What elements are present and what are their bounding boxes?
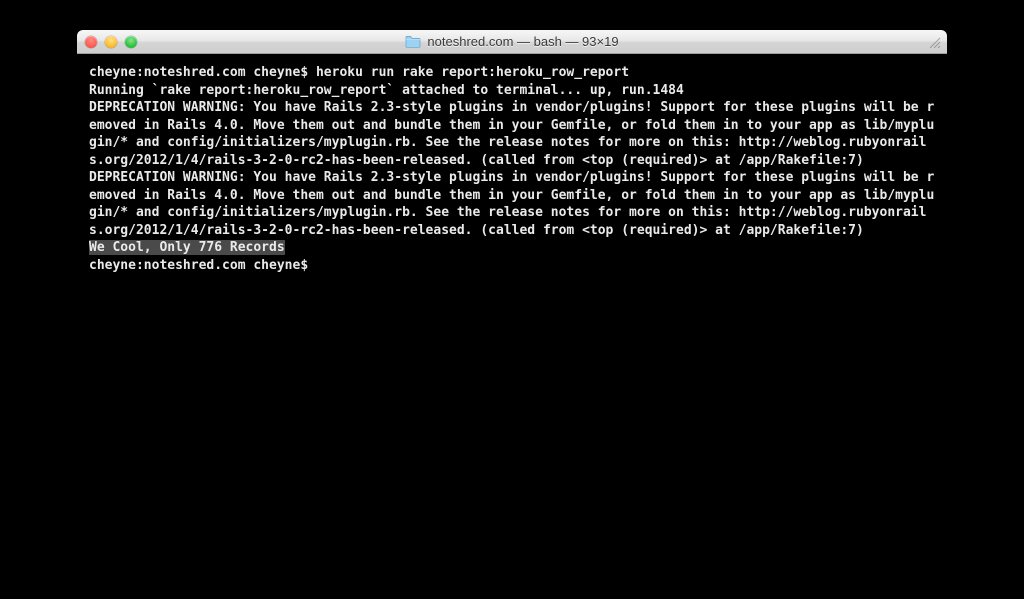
folder-icon [405,35,421,48]
resize-grip-icon[interactable] [927,34,941,48]
zoom-button[interactable] [125,36,137,48]
terminal-output[interactable]: cheyne:noteshred.com cheyne$ heroku run … [77,54,947,394]
close-button[interactable] [85,36,97,48]
terminal-window: noteshred.com — bash — 93×19 cheyne:note… [77,30,947,394]
window-title: noteshred.com — bash — 93×19 [77,34,947,49]
window-title-text: noteshred.com — bash — 93×19 [427,34,618,49]
highlighted-text: We Cool, Only 776 Records [89,240,285,255]
terminal-line: We Cool, Only 776 Records [89,239,935,257]
titlebar[interactable]: noteshred.com — bash — 93×19 [77,30,947,54]
terminal-line: Running `rake report:heroku_row_report` … [89,82,935,100]
terminal-line: DEPRECATION WARNING: You have Rails 2.3-… [89,169,935,239]
terminal-line: cheyne:noteshred.com cheyne$ [89,257,935,275]
minimize-button[interactable] [105,36,117,48]
terminal-line: DEPRECATION WARNING: You have Rails 2.3-… [89,99,935,169]
traffic-lights [85,36,137,48]
terminal-line: cheyne:noteshred.com cheyne$ heroku run … [89,64,935,82]
